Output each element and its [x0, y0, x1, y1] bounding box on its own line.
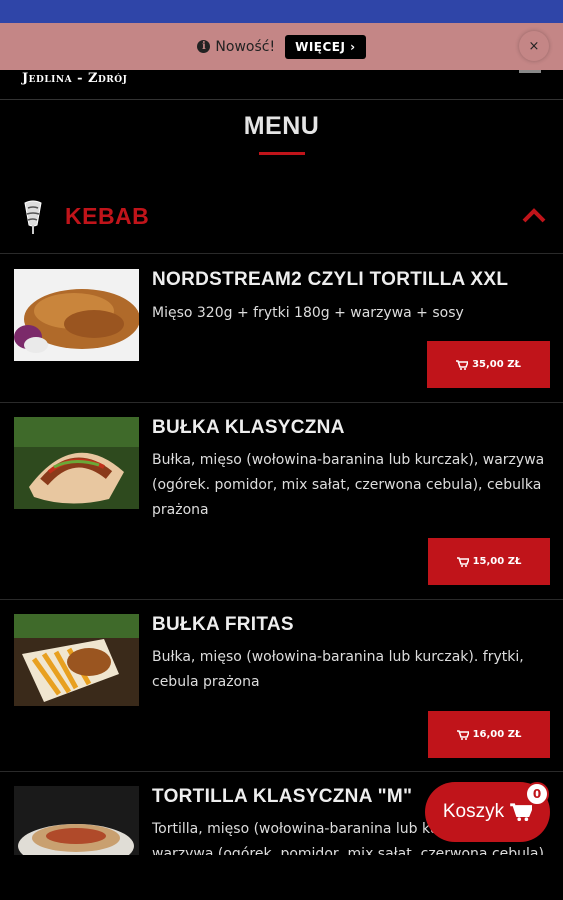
price: 15,00 ZŁ: [472, 556, 522, 567]
menu-item[interactable]: NORDSTREAM2 CZYLI TORTILLA XXL Mięso 320…: [0, 255, 563, 403]
logo[interactable]: Jedlina - Zdrój: [22, 71, 127, 86]
notice-bar: i Nowość! WIĘCEJ › ×: [0, 23, 563, 70]
item-name: NORDSTREAM2 CZYLI TORTILLA XXL: [152, 269, 509, 290]
close-icon[interactable]: ×: [519, 31, 549, 61]
bottom-nav-area: [0, 855, 563, 900]
price: 35,00 ZŁ: [472, 359, 521, 370]
item-photo: [14, 269, 139, 361]
price: 16,00 ZŁ: [472, 729, 522, 740]
cart-icon: [456, 729, 469, 740]
item-description: Bułka, mięso (wołowina-baranina lub kurc…: [152, 649, 524, 690]
notice-text: Nowość!: [215, 38, 276, 55]
kebab-icon: [24, 200, 42, 234]
page-title: MENU: [243, 112, 320, 140]
cart-label: Koszyk: [442, 801, 505, 822]
item-description: Bułka, mięso (wołowina-baranina lub kurc…: [152, 452, 545, 518]
item-name: BUŁKA KLASYCZNA: [152, 417, 345, 438]
info-icon: i: [197, 40, 211, 53]
item-name: BUŁKA FRITAS: [152, 614, 294, 635]
menu-item[interactable]: BUŁKA KLASYCZNA Bułka, mięso (wołowina-b…: [0, 403, 563, 600]
cart-icon: [456, 556, 469, 567]
menu-item[interactable]: BUŁKA FRITAS Bułka, mięso (wołowina-bara…: [0, 600, 563, 772]
add-to-cart-button[interactable]: 15,00 ZŁ: [428, 538, 550, 585]
add-to-cart-button[interactable]: 16,00 ZŁ: [428, 711, 550, 758]
cart-count-badge: 0: [525, 782, 549, 806]
item-name: TORTILLA KLASYCZNA "M": [152, 786, 413, 807]
chevron-up-icon[interactable]: [521, 206, 547, 224]
category-header-kebab[interactable]: KEBAB: [0, 186, 563, 254]
menu-toggle-icon[interactable]: [519, 70, 541, 73]
notice-info: i Nowość!: [197, 39, 275, 55]
title-underline: [259, 152, 305, 155]
more-button[interactable]: WIĘCEJ ›: [285, 34, 366, 59]
item-description: Mięso 320g + frytki 180g + warzywa + sos…: [152, 305, 464, 321]
cart-icon: [510, 803, 533, 821]
category-name: KEBAB: [65, 203, 150, 229]
cart-icon: [456, 359, 469, 370]
status-bar: [0, 0, 563, 23]
header: Jedlina - Zdrój: [0, 70, 563, 100]
item-photo: [14, 614, 139, 706]
add-to-cart-button[interactable]: 35,00 ZŁ: [427, 341, 550, 388]
item-photo: [14, 417, 139, 509]
